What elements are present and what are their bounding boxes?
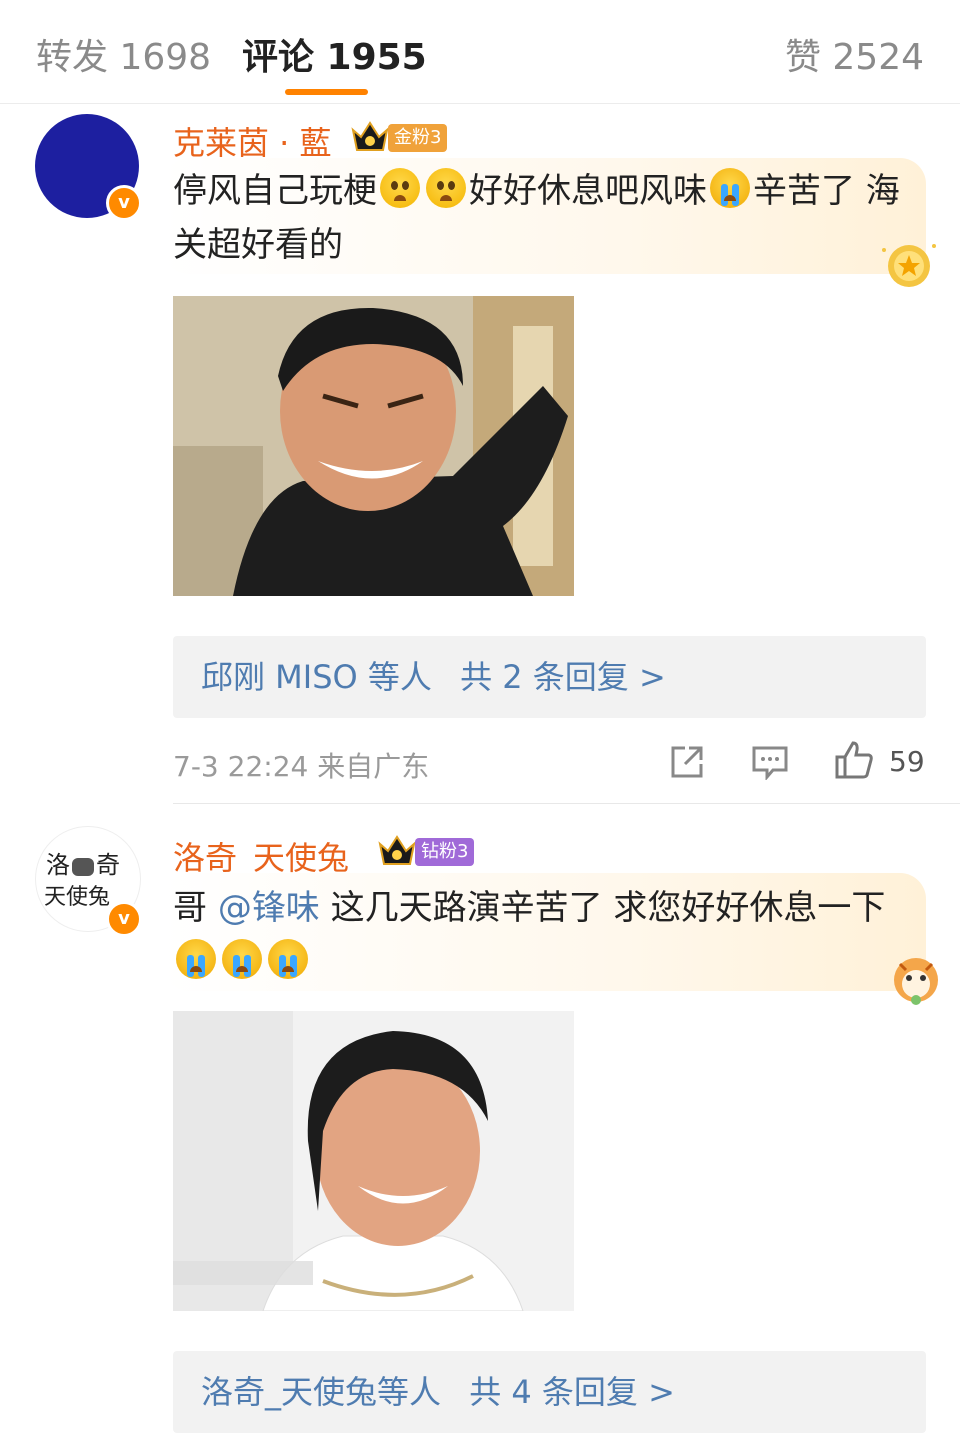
share-icon[interactable] [669, 744, 705, 780]
mention-link[interactable]: @锋味 [218, 888, 320, 928]
pouting-face-icon [426, 168, 466, 208]
crown-icon [378, 835, 416, 865]
tab-repost[interactable]: 转发 1698 [36, 28, 211, 80]
comment-divider [173, 803, 960, 804]
star-decoration-icon [882, 244, 936, 287]
comment-image[interactable] [173, 1011, 574, 1311]
like-count: 59 [889, 745, 925, 778]
comment-text: 哥 @锋味 这几天路演辛苦了 求您好好休息一下 [173, 881, 923, 989]
comment-text-part: 这几天路演辛苦了 求您好好休息一下 [319, 888, 886, 928]
reply-count-link[interactable]: 共 4 条回复 > [469, 1373, 675, 1411]
tab-likes[interactable]: 赞 2524 [785, 28, 924, 80]
active-tab-indicator [285, 89, 368, 95]
reply-authors[interactable]: 邱刚 MISO 等人 [201, 658, 432, 696]
crying-face-icon [222, 939, 262, 979]
comment-text-part: 好好休息吧风味 [469, 171, 707, 211]
fan-level-badge: 金粉3 [388, 124, 448, 152]
replies-summary[interactable]: 洛奇_天使兔等人 共 4 条回复 > [173, 1351, 926, 1433]
dog-icon [72, 857, 94, 876]
tab-comments[interactable]: 评论 1955 [242, 28, 427, 80]
crying-face-icon [268, 939, 308, 979]
comment-text-part: 哥 [173, 888, 218, 928]
crown-icon [351, 121, 389, 151]
comment-icon[interactable] [751, 744, 789, 780]
tiger-sticker-icon [894, 958, 938, 1005]
comment-image[interactable] [173, 296, 574, 596]
verified-badge-icon: v [106, 901, 142, 937]
avatar-text: 奇 [96, 851, 120, 879]
crying-face-icon [176, 939, 216, 979]
pouting-face-icon [380, 168, 420, 208]
verified-badge-icon: v [106, 185, 142, 221]
comment-text: 停风自己玩梗 好好休息吧风味 辛苦了 海关超好看的 [173, 164, 923, 272]
avatar-text: 天使兔 [44, 885, 111, 910]
avatar-text: 洛 [46, 851, 70, 879]
reply-authors[interactable]: 洛奇_天使兔等人 [201, 1373, 441, 1411]
like-icon[interactable] [834, 740, 874, 780]
comment-tabs: 转发 1698 评论 1955 赞 2524 [0, 0, 960, 104]
crying-face-icon [710, 168, 750, 208]
replies-summary[interactable]: 邱刚 MISO 等人 共 2 条回复 > [173, 636, 926, 718]
reply-count-link[interactable]: 共 2 条回复 > [460, 658, 666, 696]
fan-level-badge: 钻粉3 [415, 838, 475, 866]
comment-text-part: 停风自己玩梗 [173, 171, 377, 211]
comment-meta: 7-3 22:24 来自广东 [173, 750, 430, 783]
